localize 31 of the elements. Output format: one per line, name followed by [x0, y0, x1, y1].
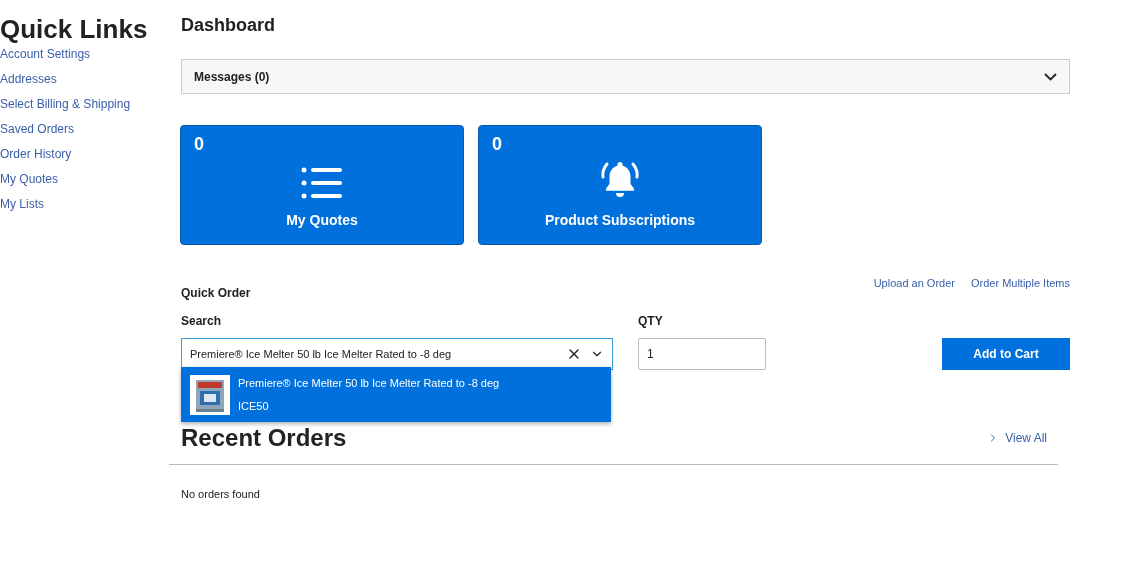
field-label: Search: [181, 313, 223, 330]
sidebar-link[interactable]: Saved Orders: [0, 122, 75, 137]
section-title: Quick Order: [181, 285, 251, 302]
empty-message: No orders found: [181, 487, 260, 502]
qty-field[interactable]: 1: [638, 338, 766, 370]
tile-count: 0: [194, 133, 204, 156]
action-link[interactable]: Order Multiple Items: [970, 275, 1070, 292]
view-all-link[interactable]: View All: [987, 429, 1047, 447]
dashboard-tile[interactable]: 0 My Quotes: [180, 125, 464, 245]
suggestion-name: Premiere® Ice Melter 50 lb Ice Melter Rated to -8 deg: [238, 375, 500, 391]
page-title: Dashboard: [181, 14, 276, 37]
messages-accordion[interactable]: Messages (0): [181, 59, 1070, 94]
list-icon: [300, 166, 344, 200]
tile-count: 0: [492, 133, 502, 156]
suggestion-item[interactable]: Premiere® Ice Melter 50 lb Ice Melter Rated to -8 deg ICE50: [181, 367, 611, 422]
sidebar-link[interactable]: Select Billing & Shipping: [0, 97, 131, 112]
field-label: QTY: [638, 313, 664, 330]
sidebar-link[interactable]: My Quotes: [0, 172, 59, 187]
sidebar-link[interactable]: Addresses: [0, 72, 57, 87]
sidebar-link[interactable]: Account Settings: [0, 47, 91, 62]
chevron-icon: [1044, 72, 1057, 81]
sidebar-title: Quick Links: [0, 16, 149, 42]
suggestion-sku: ICE50: [238, 399, 270, 414]
dashboard-tile[interactable]: 0 Product Subscriptions: [478, 125, 762, 245]
action-link[interactable]: Upload an Order: [873, 275, 955, 292]
sidebar-link[interactable]: Order History: [0, 147, 72, 162]
tile-label: Product Subscriptions: [544, 211, 696, 230]
tile-label: My Quotes: [286, 211, 358, 230]
section-title: Recent Orders: [181, 423, 347, 453]
add-to-cart-button[interactable]: Add to Cart: [942, 338, 1070, 370]
sidebar-link[interactable]: My Lists: [0, 197, 44, 212]
